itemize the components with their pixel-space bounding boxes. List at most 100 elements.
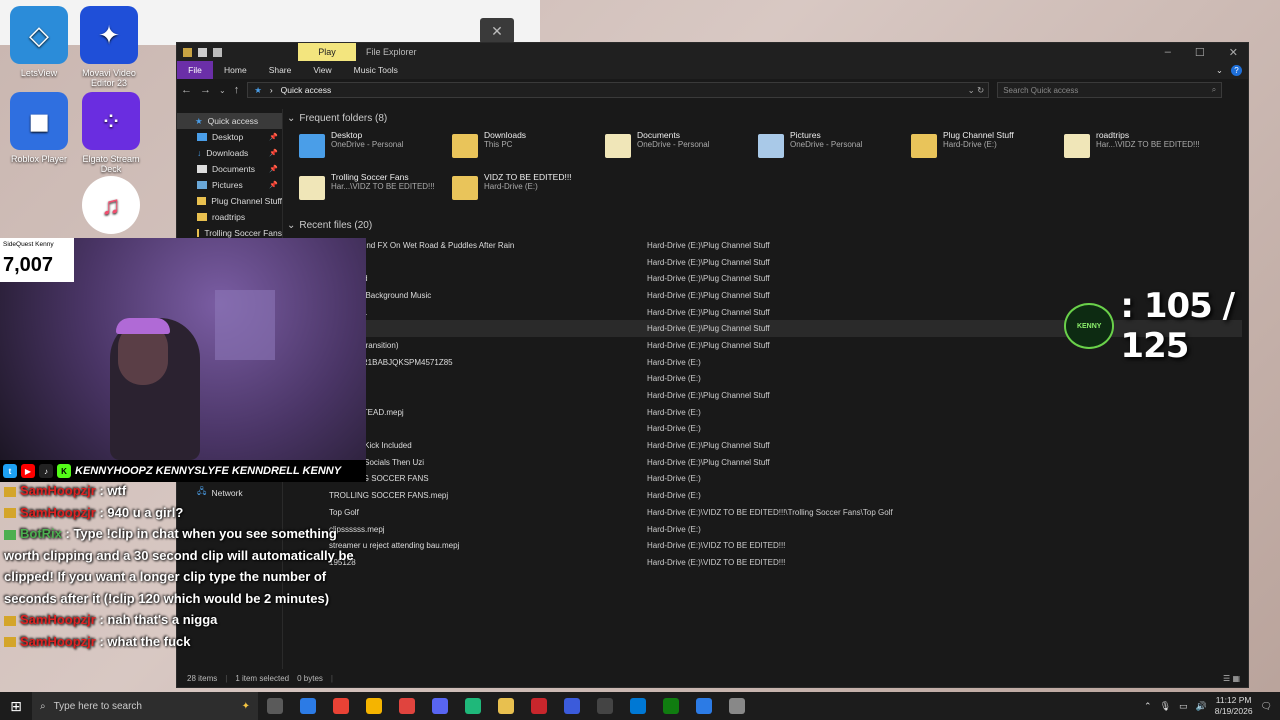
recent-file-row[interactable]: 195128 Hard-Drive (E:)\VIDZ TO BE EDITED!… [329, 554, 1242, 571]
windows-start-icon[interactable]: ⊞ [0, 698, 32, 715]
nav-item-documents[interactable]: Documents 📌 [177, 161, 282, 177]
address-dropdown-icon[interactable]: ⌄ ↻ [968, 85, 989, 96]
file-location: Hard-Drive (E:)\Plug Channel Stuff [647, 290, 770, 300]
recent-file-row[interactable]: Hard-Drive (E:)\Plug Channel Stuff [329, 387, 1242, 404]
microphone-icon[interactable]: 🎙 [1160, 701, 1171, 712]
tab-share[interactable]: Share [258, 65, 303, 75]
desktop-icon-movavi[interactable]: ✦ Movavi Video Editor 23 [70, 6, 148, 88]
file-location: Hard-Drive (E:)\Plug Channel Stuff [647, 391, 770, 401]
folder-tile-roadtrips[interactable]: roadtrips Har...\VIDZ TO BE EDITED!!! [1064, 130, 1214, 170]
taskbar-app-icon[interactable] [456, 692, 489, 720]
nav-item-desktop[interactable]: Desktop 📌 [177, 129, 282, 145]
recent-file-row[interactable]: alking Sound FX On Wet Road & Puddles Af… [329, 237, 1242, 254]
quick-access-toolbar [177, 47, 222, 57]
tab-home[interactable]: Home [213, 65, 258, 75]
taskbar-app-icon[interactable] [390, 692, 423, 720]
chat-text: : what the fuck [99, 633, 191, 649]
properties-icon[interactable] [198, 47, 207, 57]
nav-item-plug-channel[interactable]: Plug Channel Stuff [177, 193, 282, 209]
folder-tile-vidz[interactable]: VIDZ TO BE EDITED!!! Hard-Drive (E:) [452, 172, 602, 212]
file-name: streamer u reject attending bau.mepj [329, 541, 460, 551]
nav-label: Downloads [206, 148, 249, 158]
recent-file-row[interactable]: THIS INSTEAD.mepj Hard-Drive (E:) [329, 404, 1242, 421]
minimize-icon[interactable]: – [1165, 46, 1171, 59]
recent-file-row[interactable]: XED with Kick Included Hard-Drive (E:)\Pl… [329, 437, 1242, 454]
nav-item-quick-access[interactable]: ★ Quick access [177, 113, 282, 129]
recent-locations-icon[interactable]: ⌄ [219, 86, 226, 95]
view-toggle-icons[interactable]: ☰ ▦ [1223, 674, 1248, 683]
tab-music-tools[interactable]: Music Tools [343, 65, 409, 75]
recent-file-row[interactable]: TROLLING SOCCER FANS.mepj Hard-Drive (E:) [329, 487, 1242, 504]
expand-ribbon-icon[interactable]: ⌄ [1216, 65, 1223, 76]
desktop-icon-letsview[interactable]: ◇ LetsView [0, 6, 78, 78]
app-icon [266, 698, 283, 714]
new-folder-icon[interactable] [213, 47, 222, 57]
frequent-folders-header[interactable]: ⌄ Frequent folders (8) [287, 113, 1242, 124]
taskbar-app-icon[interactable] [357, 692, 390, 720]
recent-file-row[interactable]: Hard-Drive (E:) [329, 421, 1242, 438]
file-location: Hard-Drive (E:) [647, 424, 701, 434]
forward-icon[interactable]: → [200, 84, 211, 96]
recent-file-row[interactable]: XED with Socials Then Uzi Hard-Drive (E:)… [329, 454, 1242, 471]
clock[interactable]: 11:12 PM 8/19/2026 [1215, 695, 1253, 717]
desktop-icon-streamdeck[interactable]: ⁘ Elgato Stream Deck [72, 92, 150, 174]
folder-name: Pictures [790, 130, 821, 140]
recent-file-row[interactable]: clipssssss.mepj Hard-Drive (E:) [329, 521, 1242, 538]
up-icon[interactable]: ↑ [234, 84, 240, 96]
desktop-icon-itunes[interactable]: ♫ [72, 176, 150, 238]
recent-file-row[interactable]: streamer u reject attending bau.mepj Hard… [329, 537, 1242, 554]
help-icon[interactable]: ? [1231, 64, 1242, 76]
taskbar-app-icon[interactable] [720, 692, 753, 720]
folder-tile-documents[interactable]: Documents OneDrive - Personal [605, 130, 755, 170]
network-icon[interactable]: ▭ [1179, 701, 1188, 712]
sidequest-widget: SideQuest Kenny 7,007 [0, 238, 74, 282]
recent-file-row[interactable]: TROLLING SOCCER FANS Hard-Drive (E:) [329, 471, 1242, 488]
taskbar-search[interactable]: ⌕ Type here to search ✦ [32, 692, 258, 720]
taskbar-app-icon[interactable] [687, 692, 720, 720]
nav-item-pictures[interactable]: Pictures 📌 [177, 177, 282, 193]
address-bar[interactable]: ★ › Quick access ⌄ ↻ [247, 82, 990, 98]
recent-file-row[interactable]: Hard-Drive (E:) [329, 371, 1242, 388]
folder-tile-trolling[interactable]: Trolling Soccer Fans Har...\VIDZ TO BE ED… [299, 172, 449, 212]
notifications-icon[interactable]: 🗨 [1261, 701, 1272, 712]
taskbar-app-icon[interactable] [654, 692, 687, 720]
folder-tile-pictures[interactable]: Pictures OneDrive - Personal [758, 130, 908, 170]
taskbar-app-icon[interactable] [324, 692, 357, 720]
address-text: Quick access [280, 85, 332, 95]
maximize-icon[interactable]: ☐ [1195, 46, 1205, 59]
crown-badge-icon [4, 508, 16, 519]
close-icon[interactable]: ✕ [480, 18, 514, 44]
tab-file[interactable]: File [177, 61, 213, 79]
play-tab[interactable]: Play [298, 43, 356, 61]
volume-icon[interactable]: 🔊 [1196, 701, 1207, 712]
taskbar-app-icon[interactable] [555, 692, 588, 720]
recent-files-header[interactable]: ⌄ Recent files (20) [287, 220, 1242, 231]
taskbar-app-icon[interactable] [423, 692, 456, 720]
recent-file-row[interactable]: EPHard-Drive (E:)\Plug Channel Stuff [329, 254, 1242, 271]
search-input[interactable]: Search Quick access ⌕ [997, 82, 1223, 98]
recent-file-row[interactable]: Top Golf Hard-Drive (E:)\VIDZ TO BE EDITE… [329, 504, 1242, 521]
folder-name: roadtrips [1096, 130, 1130, 140]
taskbar-app-icon[interactable] [258, 692, 291, 720]
file-location: Hard-Drive (E:)\VIDZ TO BE EDITED!!! [647, 557, 786, 567]
folder-tile-desktop[interactable]: Desktop OneDrive - Personal [299, 130, 449, 170]
desktop-icon-roblox[interactable]: ◼ Roblox Player [0, 92, 78, 164]
close-window-icon[interactable]: ✕ [1229, 46, 1238, 59]
nav-item-roadtrips[interactable]: roadtrips [177, 209, 282, 225]
folder-location: Har...\VIDZ TO BE EDITED!!! [331, 182, 435, 191]
nav-item-downloads[interactable]: ↓ Downloads 📌 [177, 145, 282, 161]
taskbar-app-icon[interactable] [588, 692, 621, 720]
chevron-up-icon[interactable]: ⌃ [1144, 701, 1152, 712]
folder-tile-plug-channel[interactable]: Plug Channel Stuff Hard-Drive (E:) [911, 130, 1061, 170]
kick-icon: K [57, 464, 71, 478]
taskbar-app-icon[interactable] [522, 692, 555, 720]
taskbar-app-icon[interactable] [291, 692, 324, 720]
folder-tile-downloads[interactable]: Downloads This PC [452, 130, 602, 170]
tab-view[interactable]: View [302, 65, 342, 75]
back-icon[interactable]: ← [181, 84, 192, 96]
taskbar-app-icon[interactable] [489, 692, 522, 720]
taskbar-app-icon[interactable] [621, 692, 654, 720]
folder-icon[interactable] [183, 47, 192, 57]
recent-file-row[interactable]: affic soundHard-Drive (E:)\Plug Channel … [329, 270, 1242, 287]
pin-icon: 📌 [269, 134, 278, 141]
